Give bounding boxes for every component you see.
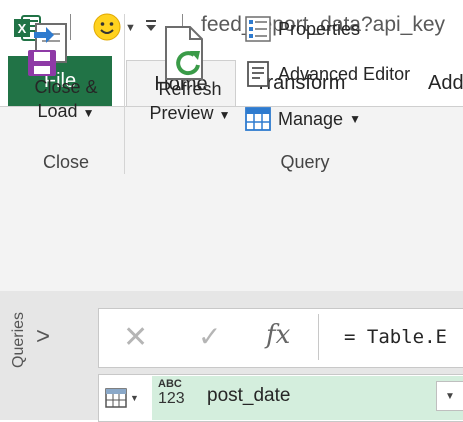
type-label-abc: ABC <box>158 378 182 390</box>
column-header-post-date[interactable] <box>152 376 463 420</box>
table-grid-icon <box>245 107 271 131</box>
close-load-label-2: Load <box>37 101 78 121</box>
chevron-right-icon[interactable]: > <box>36 323 50 351</box>
formula-divider <box>318 314 319 360</box>
chevron-down-icon: ▼ <box>349 112 361 126</box>
advanced-editor-icon <box>247 61 269 87</box>
close-load-icon <box>28 23 67 76</box>
chevron-down-icon: ▼ <box>82 106 95 120</box>
preview-label: Preview <box>149 103 214 123</box>
chevron-down-icon: ▼ <box>445 390 455 402</box>
check-icon[interactable]: ✓ <box>198 320 221 353</box>
table-menu-button[interactable]: ▼ <box>104 382 148 414</box>
qat-customize-icon[interactable] <box>144 17 158 33</box>
cancel-icon[interactable]: ✕ <box>123 320 148 355</box>
data-type-icon[interactable]: ABC 123 <box>158 378 185 408</box>
properties-icon <box>245 16 271 42</box>
type-label-123: 123 <box>158 390 185 407</box>
chevron-down-icon[interactable]: ▼ <box>125 22 136 34</box>
refresh-label: Refresh <box>158 79 222 99</box>
tab-add-column[interactable]: Add <box>428 60 463 106</box>
close-load-label: Close & <box>34 77 98 97</box>
advanced-editor-button[interactable]: Advanced Editor <box>244 57 410 91</box>
advanced-editor-label: Advanced Editor <box>278 64 411 84</box>
formula-input[interactable]: = Table.E <box>344 326 447 348</box>
group-label-close: Close <box>42 152 90 172</box>
column-name: post_date <box>207 385 291 406</box>
manage-button[interactable]: Manage ▼ <box>244 102 361 136</box>
queries-pane-label[interactable]: Queries <box>10 312 28 368</box>
table-icon <box>105 388 127 408</box>
refresh-preview-button[interactable]: Refresh Preview ▼ <box>135 77 245 147</box>
chevron-down-icon: ▼ <box>130 393 139 403</box>
group-label-query: Query <box>280 152 330 172</box>
properties-button[interactable]: Properties <box>244 12 360 46</box>
smiley-feedback-icon[interactable] <box>93 13 121 41</box>
close-load-button[interactable]: Close & Load ▼ <box>20 75 112 145</box>
refresh-icon <box>165 26 203 80</box>
manage-label: Manage <box>278 109 344 129</box>
fx-icon[interactable]: fx <box>266 320 290 350</box>
group-divider <box>124 14 125 174</box>
column-filter-button[interactable]: ▼ <box>436 381 463 411</box>
properties-label: Properties <box>278 19 361 39</box>
chevron-down-icon: ▼ <box>218 108 231 122</box>
